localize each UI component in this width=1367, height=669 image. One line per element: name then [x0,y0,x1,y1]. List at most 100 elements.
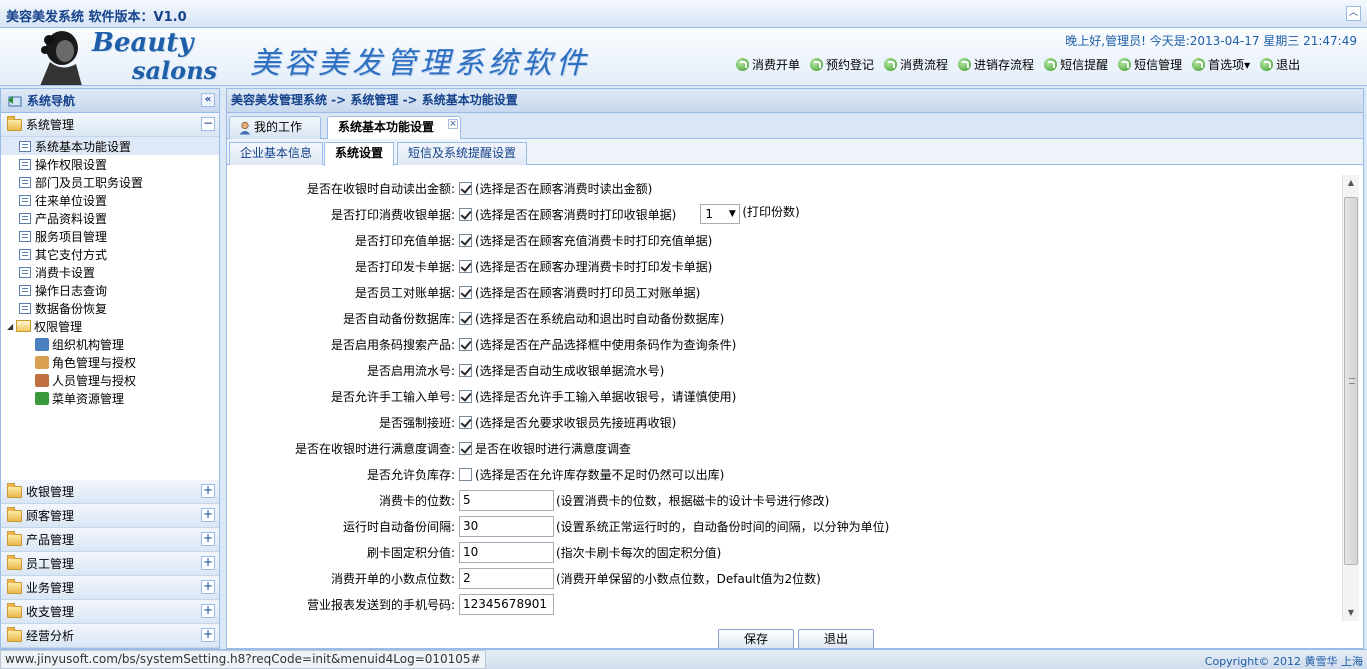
setting-checkbox[interactable] [459,233,472,247]
setting-checkbox[interactable] [459,311,472,325]
setting-input[interactable]: 30 [459,515,554,537]
setting-checkbox[interactable] [459,181,472,195]
sidebar-item[interactable]: 服务项目管理 [1,227,219,245]
sidebar-item[interactable]: 部门及员工职务设置 [1,173,219,191]
sidebar-subitem-label: 组织机构管理 [52,337,125,352]
folder-icon [7,506,22,522]
top-nav-item[interactable]: 消费开单 [736,56,800,73]
input-row: 营业报表发送到的手机号码: 12345678901 [227,593,1327,615]
setting-description: (选择是否在顾客消费时读出金额) [475,181,653,196]
sidebar-item[interactable]: 产品资料设置 [1,209,219,227]
sidebar-group[interactable]: 经营分析 + [1,624,219,648]
top-nav-label: 退出 [1276,58,1301,72]
sidebar-subitem-label: 角色管理与授权 [52,355,137,370]
setting-checkbox[interactable] [459,363,472,377]
setting-checkbox[interactable] [459,389,472,403]
sidebar-group-label: 员工管理 [26,557,75,571]
sidebar-group[interactable]: 产品管理 + [1,528,219,552]
sidebar-item[interactable]: 操作权限设置 [1,155,219,173]
expand-group-icon[interactable]: + [201,580,215,594]
save-button[interactable]: 保存 [718,629,794,648]
setting-label: 是否允许手工输入单号: [330,389,455,404]
setting-input[interactable]: 5 [459,489,554,511]
input-row: 消费开单的小数点位数: 2 (消费开单保留的小数点位数，Default值为2位数) [227,567,1327,589]
sidebar-subitem[interactable]: 组织机构管理 [1,335,219,353]
sidebar-item-label: 往来单位设置 [35,193,108,208]
subtab-company-info[interactable]: 企业基本信息 [229,142,324,165]
sidebar-subitem[interactable]: 人员管理与授权 [1,371,219,389]
sidebar-group[interactable]: 员工管理 + [1,552,219,576]
top-nav-label: 短信管理 [1134,58,1183,72]
sidebar-item[interactable]: 消费卡设置 [1,263,219,281]
sidebar-subitem[interactable]: 角色管理与授权 [1,353,219,371]
print-copies-select[interactable]: 1 ▼ [700,204,741,224]
top-nav-item[interactable]: 进销存流程 [958,56,1034,73]
expand-group-icon[interactable]: + [201,556,215,570]
exit-button[interactable]: 退出 [798,629,874,648]
setting-input[interactable]: 2 [459,567,554,589]
dropdown-caret-icon: ▾ [1244,57,1251,72]
collapse-icon[interactable]: ︿ [1346,6,1361,21]
setting-input[interactable]: 10 [459,541,554,563]
setting-input[interactable]: 12345678901 [459,593,554,615]
sidebar-item[interactable]: 数据备份恢复 [1,299,219,317]
input-label: 消费开单的小数点位数: [330,571,455,586]
subtab-sms-reminder[interactable]: 短信及系统提醒设置 [397,142,528,165]
top-nav-item[interactable]: 消费流程 [884,56,948,73]
top-nav-item[interactable]: 首选项 ▾ [1192,56,1250,73]
sidebar-subgroup[interactable]: ◢ 权限管理 [1,317,219,335]
setting-checkbox[interactable] [459,285,472,299]
sidebar-item-label: 系统基本功能设置 [35,139,132,154]
sidebar-item[interactable]: 系统基本功能设置 [1,137,219,155]
top-nav-item[interactable]: 预约登记 [810,56,874,73]
sidebar-group[interactable]: 收银管理 + [1,480,219,504]
setting-checkbox[interactable] [459,207,472,221]
setting-checkbox[interactable] [459,259,472,273]
top-nav-item[interactable]: 短信提醒 [1044,56,1108,73]
setting-checkbox[interactable] [459,415,472,429]
sidebar-item-label: 其它支付方式 [35,247,108,262]
subtab-system-settings[interactable]: 系统设置 [324,142,395,166]
sidebar-group-label: 产品管理 [26,533,75,547]
setting-description: (选择是否在系统启动和退出时自动备份数据库) [475,311,725,326]
scroll-down-icon[interactable]: ▼ [1343,605,1359,621]
setting-checkbox[interactable] [459,441,472,455]
chevron-down-icon[interactable]: ▼ [725,205,739,223]
sidebar-item[interactable]: 往来单位设置 [1,191,219,209]
tab-workbench[interactable]: 我的工作台 [229,116,321,155]
folder-icon [7,602,22,618]
sidebar-group[interactable]: 顾客管理 + [1,504,219,528]
expand-arrow-icon[interactable]: ◢ [7,322,13,331]
folder-icon [7,482,22,498]
sidebar-group[interactable]: 业务管理 + [1,576,219,600]
collapse-sidebar-icon[interactable]: « [201,93,215,107]
top-nav-label: 预约登记 [826,58,875,72]
greeting-text: 晚上好,管理员! 今天是:2013-04-17 星期三 21:47:49 [1065,34,1357,48]
sidebar-item[interactable]: 其它支付方式 [1,245,219,263]
setting-row: 是否在收银时自动读出金额: (选择是否在顾客消费时读出金额) [227,177,1327,199]
expand-group-icon[interactable]: + [201,532,215,546]
tab-system-settings[interactable]: 系统基本功能设置 × [327,116,461,140]
expand-group-icon[interactable]: + [201,508,215,522]
sidebar-subitem[interactable]: 菜单资源管理 [1,389,219,407]
sidebar-group[interactable]: 收支管理 + [1,600,219,624]
top-nav-item[interactable]: 短信管理 [1118,56,1182,73]
document-icon [19,194,31,206]
sidebar-item[interactable]: 操作日志查询 [1,281,219,299]
expand-group-icon[interactable]: + [201,484,215,498]
document-icon [19,212,31,224]
collapse-group-icon[interactable]: − [201,117,215,131]
form-buttons: 保存 退出 [227,627,1363,648]
setting-checkbox[interactable] [459,467,472,481]
sidebar-group-system[interactable]: 系统管理 − [1,113,219,137]
users-icon [35,373,49,387]
scrollbar[interactable]: ▲ ▼ [1342,175,1359,621]
close-tab-icon[interactable]: × [448,119,458,129]
scroll-thumb[interactable] [1344,197,1358,565]
scroll-up-icon[interactable]: ▲ [1343,175,1359,191]
expand-group-icon[interactable]: + [201,628,215,642]
setting-checkbox[interactable] [459,337,472,351]
top-nav-item[interactable]: 退出 [1260,56,1300,73]
sidebar-group-label: 经营分析 [26,629,75,643]
expand-group-icon[interactable]: + [201,604,215,618]
